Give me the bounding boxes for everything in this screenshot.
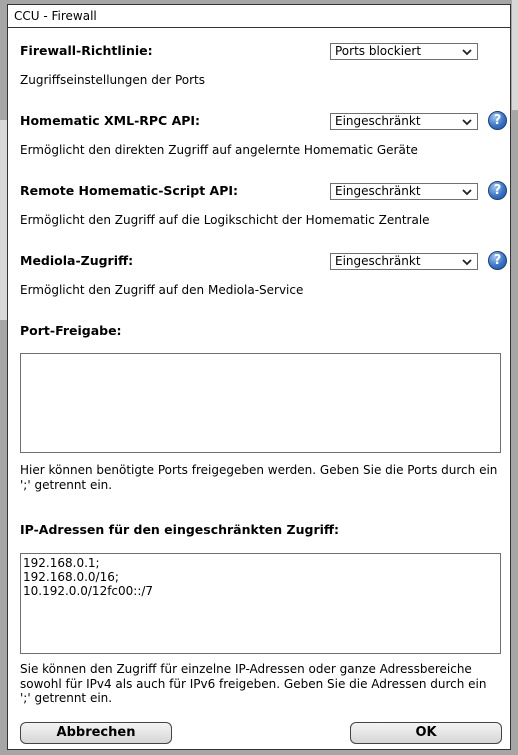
mediola-value: Eingeschränkt <box>335 254 421 268</box>
mediola-label: Mediola-Zugriff: <box>20 253 134 268</box>
port-release-help: Hier können benötigte Ports freigegeben … <box>20 463 498 492</box>
dialog-content: Firewall-Richtlinie: Ports blockiert Zug… <box>8 28 510 748</box>
script-api-select[interactable]: Eingeschränkt <box>330 183 478 200</box>
script-api-value: Eingeschränkt <box>335 184 421 198</box>
port-release-textarea[interactable] <box>20 353 501 453</box>
dialog-title: CCU - Firewall <box>8 5 510 28</box>
firewall-policy-value: Ports blockiert <box>335 44 422 58</box>
chevron-down-icon <box>462 259 472 266</box>
xmlrpc-description: Ermöglicht den direkten Zugriff auf ange… <box>20 143 418 157</box>
ip-access-textarea[interactable]: 192.168.0.1; 192.168.0.0/16; 10.192.0.0/… <box>20 553 501 654</box>
firewall-policy-label: Firewall-Richtlinie: <box>20 43 153 58</box>
cancel-button[interactable]: Abbrechen <box>20 722 172 744</box>
xmlrpc-select[interactable]: Eingeschränkt <box>330 113 478 130</box>
background-panel-right <box>512 0 518 110</box>
help-icon[interactable]: ? <box>488 181 507 200</box>
help-icon[interactable]: ? <box>488 111 507 130</box>
ok-button[interactable]: OK <box>350 722 502 744</box>
chevron-down-icon <box>462 119 472 126</box>
script-api-label: Remote Homematic-Script API: <box>20 183 239 198</box>
xmlrpc-label: Homematic XML-RPC API: <box>20 113 201 128</box>
chevron-down-icon <box>462 49 472 56</box>
chevron-down-icon <box>462 189 472 196</box>
mediola-description: Ermöglicht den Zugriff auf den Mediola-S… <box>20 283 304 297</box>
script-api-description: Ermöglicht den Zugriff auf die Logikschi… <box>20 213 430 227</box>
port-release-label: Port-Freigabe: <box>20 323 122 338</box>
ip-access-help: Sie können den Zugriff für einzelne IP-A… <box>20 662 487 705</box>
firewall-policy-description: Zugriffseinstellungen der Ports <box>20 73 205 87</box>
xmlrpc-value: Eingeschränkt <box>335 114 421 128</box>
mediola-select[interactable]: Eingeschränkt <box>330 253 478 270</box>
firewall-dialog: CCU - Firewall Firewall-Richtlinie: Port… <box>7 4 511 750</box>
firewall-policy-select[interactable]: Ports blockiert <box>330 43 478 60</box>
help-icon[interactable]: ? <box>488 251 507 270</box>
ip-access-label: IP-Adressen für den eingeschränkten Zugr… <box>20 522 340 537</box>
